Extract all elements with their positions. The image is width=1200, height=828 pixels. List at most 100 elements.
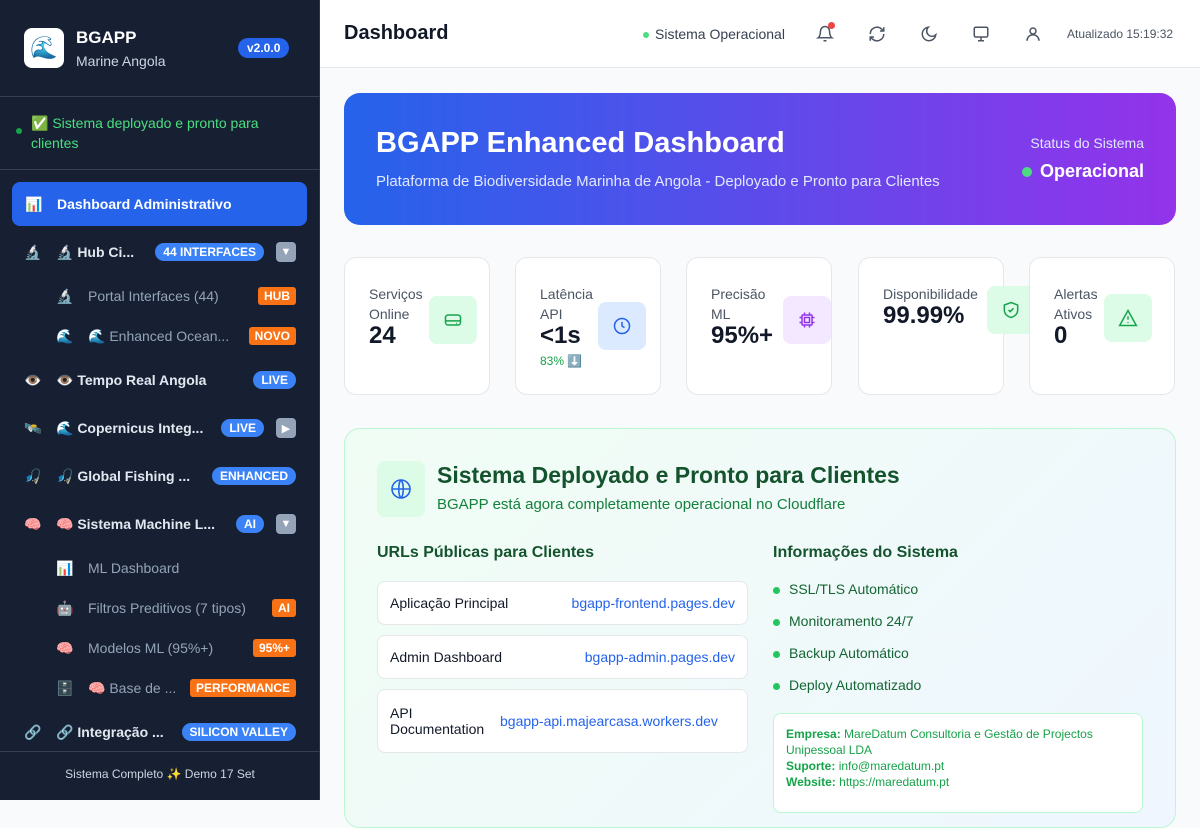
sidebar-item[interactable]: 🌊 🌊 Enhanced Ocean... NOVO <box>56 324 296 348</box>
sidebar-item-label: 🌊 Enhanced Ocean... <box>88 327 230 344</box>
divider <box>0 96 320 97</box>
urls-title: URLs Públicas para Clientes <box>377 544 594 561</box>
sidebar-item-label: 🔬 Hub Ci... <box>56 243 135 260</box>
info-item: Backup Automático <box>773 645 909 661</box>
alert-triangle-icon <box>1104 294 1152 342</box>
url-name: Aplicação Principal <box>390 595 509 611</box>
item-icon: 🔬 <box>24 243 42 260</box>
info-item: Monitoramento 24/7 <box>773 613 914 629</box>
chart-icon: 📊 <box>25 195 43 212</box>
sidebar: 🌊 BGAPP Marine Angola v2.0.0 ✅ Sistema d… <box>0 0 320 800</box>
stat-card: Disponibilidade 99.99% <box>858 257 1035 395</box>
stat-card: Serviços Online 24 <box>344 257 490 395</box>
sidebar-item[interactable]: 🔬 🔬 Hub Ci... 44 INTERFACES ▼ <box>24 240 296 264</box>
sidebar-item[interactable]: 🔬 Portal Interfaces (44) HUB <box>56 284 296 308</box>
chevron-right-icon[interactable]: ▶ <box>276 418 296 438</box>
deploy-title: Sistema Deployado e Pronto para Clientes <box>437 462 900 488</box>
stat-label: Disponibilidade <box>883 286 978 302</box>
item-badge: AI <box>272 599 296 617</box>
sidebar-item-label: Dashboard Administrativo <box>57 196 232 212</box>
stat-value: 95%+ <box>711 322 774 349</box>
url-row: Admin Dashboard bgapp-admin.pages.dev <box>377 635 748 679</box>
info-title: Informações do Sistema <box>773 544 958 561</box>
sidebar-item[interactable]: 🔗 🔗 Integração ... SILICON VALLEY <box>24 720 296 744</box>
item-badge: PERFORMANCE <box>189 679 296 697</box>
sidebar-item[interactable]: 🤖 Filtros Preditivos (7 tipos) AI <box>56 596 296 620</box>
user-icon[interactable] <box>1021 22 1045 46</box>
item-badge: LIVE <box>253 371 296 389</box>
stat-value: <1s <box>540 322 581 349</box>
support-email[interactable]: info@maredatum.pt <box>839 759 945 773</box>
sidebar-footer: Sistema Completo ✨ Demo 17 Set <box>65 767 255 781</box>
deploy-section: Sistema Deployado e Pronto para Clientes… <box>344 428 1176 828</box>
sidebar-item[interactable]: 🧠 🧠 Sistema Machine L... AI ▼ <box>24 512 296 536</box>
sidebar-item[interactable]: 🎣 🎣 Global Fishing ... ENHANCED <box>24 464 296 488</box>
refresh-icon[interactable] <box>865 22 889 46</box>
shield-check-icon <box>987 286 1035 334</box>
sidebar-item-label: Modelos ML (95%+) <box>88 640 214 656</box>
item-icon: 🌊 <box>56 327 74 344</box>
item-badge: HUB <box>258 287 296 305</box>
divider <box>0 169 320 170</box>
sidebar-item[interactable]: 🗄️ 🧠 Base de ... PERFORMANCE <box>56 676 296 700</box>
item-badge: 44 INTERFACES <box>155 243 264 261</box>
sidebar-item-label: 🧠 Sistema Machine L... <box>56 515 216 532</box>
version-badge: v2.0.0 <box>238 38 290 58</box>
sidebar-item-label: 🔗 Integração ... <box>56 723 164 740</box>
item-icon: 📊 <box>56 559 74 576</box>
hero-subtitle: Plataforma de Biodiversidade Marinha de … <box>376 173 940 190</box>
sidebar-item-label: 🌊 Copernicus Integ... <box>56 419 204 436</box>
last-updated: Atualizado 15:19:32 <box>1067 27 1174 41</box>
cpu-icon <box>783 296 831 344</box>
app-title: BGAPP <box>76 28 137 47</box>
bell-icon[interactable] <box>813 22 837 46</box>
url-link[interactable]: bgapp-frontend.pages.dev <box>572 595 735 611</box>
url-link[interactable]: bgapp-admin.pages.dev <box>585 649 735 665</box>
hero-title: BGAPP Enhanced Dashboard <box>376 127 785 159</box>
sidebar-item[interactable]: 🧠 Modelos ML (95%+) 95%+ <box>56 636 296 660</box>
item-icon: 🔬 <box>56 287 74 304</box>
deploy-status: ✅ Sistema deployado e pronto para client… <box>31 115 259 151</box>
url-name: Admin Dashboard <box>390 649 503 665</box>
globe-icon <box>377 461 425 517</box>
item-badge: LIVE <box>221 419 264 437</box>
moon-icon[interactable] <box>917 22 941 46</box>
sidebar-item-label: 🧠 Base de ... <box>88 679 177 696</box>
sidebar-item[interactable]: 👁️ 👁️ Tempo Real Angola LIVE <box>24 368 296 392</box>
status-label: Status do Sistema <box>1030 135 1144 151</box>
logo: 🌊 <box>24 28 64 68</box>
expand-icon[interactable]: ▼ <box>276 242 296 262</box>
item-badge: SILICON VALLEY <box>181 723 296 741</box>
item-icon: 🎣 <box>24 467 42 484</box>
sidebar-item-label: Portal Interfaces (44) <box>88 288 219 304</box>
stat-card: Precisão ML 95%+ <box>686 257 832 395</box>
system-status: Sistema Operacional <box>643 26 785 42</box>
stat-card: Alertas Ativos 0 <box>1029 257 1175 395</box>
info-item: Deploy Automatizado <box>773 677 921 693</box>
sidebar-item-label: ML Dashboard <box>88 560 180 576</box>
sidebar-item[interactable]: 🛰️ 🌊 Copernicus Integ... LIVE ▶ <box>24 416 296 440</box>
item-icon: 🔗 <box>24 723 42 740</box>
item-badge: 95%+ <box>252 639 296 657</box>
item-badge: AI <box>236 515 264 533</box>
stat-label: Precisão ML <box>711 286 766 322</box>
url-name: API Documentation <box>390 705 485 737</box>
sidebar-item[interactable]: 📊 ML Dashboard <box>56 556 296 580</box>
app-subtitle: Marine Angola <box>76 53 166 69</box>
sidebar-item-label: 🎣 Global Fishing ... <box>56 467 191 484</box>
expand-icon[interactable]: ▼ <box>276 514 296 534</box>
status-value: Operacional <box>1021 161 1144 182</box>
page-title: Dashboard <box>344 22 449 44</box>
url-link[interactable]: bgapp-api.majearcasa.workers.dev <box>500 713 735 729</box>
sidebar-item-dashboard[interactable]: 📊 Dashboard Administrativo <box>12 182 307 226</box>
monitor-icon[interactable] <box>969 22 993 46</box>
item-icon: 🧠 <box>24 515 42 532</box>
clock-icon <box>598 302 646 350</box>
sidebar-item-label: 👁️ Tempo Real Angola <box>56 371 207 388</box>
item-badge: ENHANCED <box>211 467 296 485</box>
website-link[interactable]: https://maredatum.pt <box>839 775 949 789</box>
url-row: Aplicação Principal bgapp-frontend.pages.… <box>377 581 748 625</box>
deploy-subtitle: BGAPP está agora completamente operacion… <box>437 496 846 513</box>
divider <box>0 751 320 752</box>
info-item: SSL/TLS Automático <box>773 581 918 597</box>
